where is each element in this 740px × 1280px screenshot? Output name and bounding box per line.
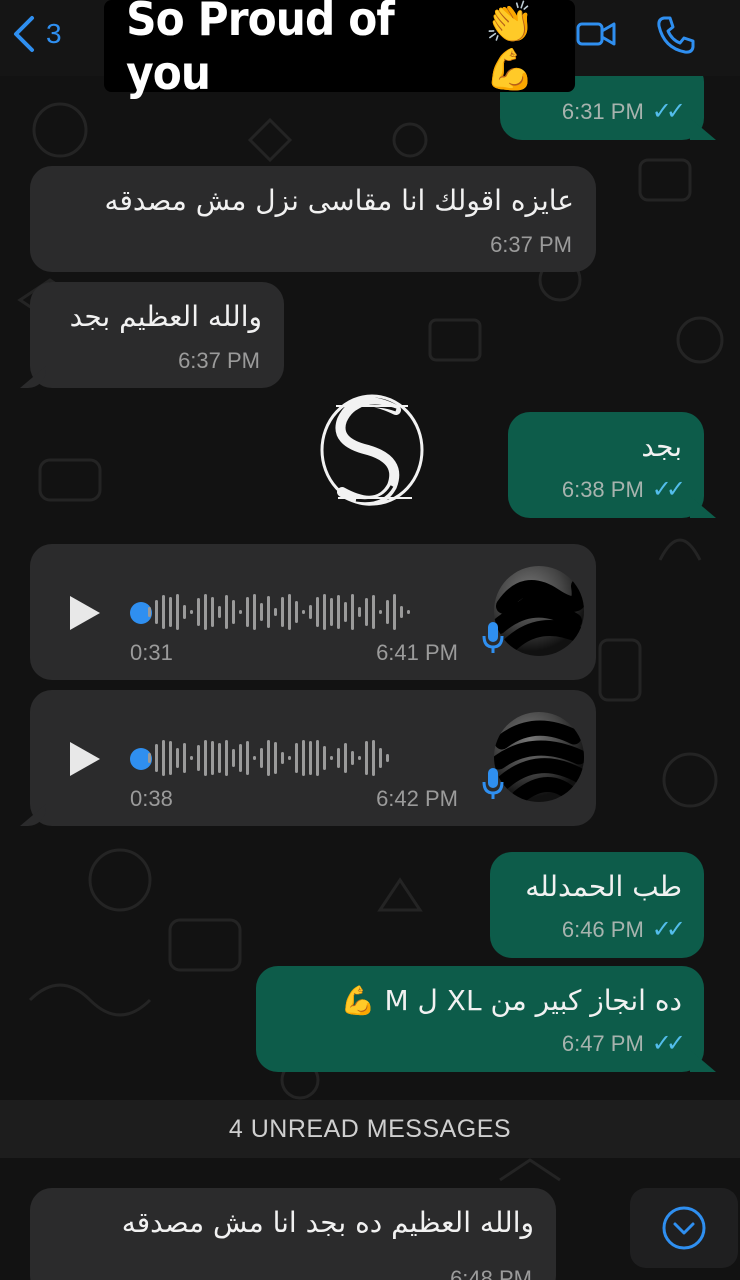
chevron-down-icon [662, 1206, 706, 1250]
unread-chats-count: 3 [46, 18, 62, 49]
read-ticks-icon: ✓✓ [651, 476, 686, 503]
message-time: 6:41 PM [376, 640, 458, 665]
message-meta: 6:48 PM [450, 1266, 532, 1280]
redaction-scribble [494, 720, 584, 802]
message-bubble-outgoing[interactable]: طب الحمدلله 6:46 PM ✓✓ [490, 852, 704, 958]
read-ticks-icon: ✓✓ [651, 98, 686, 125]
message-time: 6:31 PM [561, 98, 644, 124]
play-icon[interactable] [70, 742, 100, 776]
play-icon[interactable] [70, 596, 100, 630]
audio-waveform[interactable] [148, 738, 389, 778]
message-meta: 6:47 PM ✓✓ [561, 1029, 686, 1058]
message-time: 6:37 PM [178, 348, 260, 373]
message-text: ده انجاز كبير من XL ل M 💪 [340, 984, 682, 1017]
message-text: والله العظيم ده بجد انا مش مصدقه [121, 1206, 534, 1239]
message-time: 6:37 PM [490, 232, 572, 257]
message-time: 6:42 PM [376, 786, 458, 811]
message-meta: 6:38 PM ✓✓ [561, 475, 686, 504]
back-button[interactable]: 3 [10, 10, 62, 58]
unread-messages-banner: 4 UNREAD MESSAGES [0, 1100, 740, 1158]
voice-message-bubble[interactable]: 0:31 6:41 PM [30, 544, 596, 680]
voice-message-bubble[interactable]: 0:38 6:42 PM [20, 690, 596, 826]
read-ticks-icon: ✓✓ [651, 916, 686, 943]
message-meta: 6:37 PM [490, 232, 572, 258]
message-meta: 6:31 PM ✓✓ [561, 97, 686, 126]
message-time: 6:48 PM [450, 1266, 532, 1280]
video-icon[interactable] [576, 14, 616, 54]
message-text: طب الحمدلله [525, 870, 682, 903]
mic-icon [482, 768, 504, 799]
message-meta: 6:46 PM ✓✓ [561, 915, 686, 944]
message-bubble-incoming[interactable]: والله العظيم بجد 6:37 PM [20, 282, 284, 388]
message-bubble-outgoing[interactable]: ده انجاز كبير من XL ل M 💪 6:47 PM ✓✓ [256, 966, 716, 1072]
scroll-to-bottom-button[interactable] [630, 1188, 738, 1268]
mic-icon [482, 622, 504, 653]
message-time: 6:47 PM [561, 1030, 644, 1056]
message-bubble-incoming[interactable]: عايزه اقولك انا مقاسى نزل مش مصدقه 6:37 … [30, 166, 596, 272]
message-time: 6:38 PM [561, 476, 644, 502]
watermark-logo [320, 394, 424, 506]
audio-waveform[interactable] [148, 592, 410, 632]
message-text: بجد [641, 430, 682, 463]
redaction-scribble [494, 578, 584, 654]
message-text: عايزه اقولك انا مقاسى نزل مش مصدقه [104, 184, 574, 217]
message-time: 6:46 PM [561, 916, 644, 942]
avatar [494, 712, 584, 802]
message-meta: 6:37 PM [178, 348, 260, 374]
message-text: والله العظيم بجد [69, 300, 262, 333]
read-ticks-icon: ✓✓ [651, 1030, 686, 1057]
message-bubble-incoming[interactable]: والله العظيم ده بجد انا مش مصدقه 6:48 PM [30, 1188, 556, 1280]
caption-emojis: 👏💪 [484, 0, 534, 93]
story-caption: So Proud of you 👏💪 [104, 0, 576, 100]
chevron-left-icon [14, 16, 34, 52]
voice-duration: 0:31 [130, 640, 173, 665]
avatar [494, 566, 584, 656]
phone-icon[interactable] [654, 14, 696, 56]
message-bubble-outgoing[interactable]: بجد 6:38 PM ✓✓ [508, 412, 716, 518]
voice-duration: 0:38 [130, 786, 173, 811]
caption-text: So Proud of you [126, 0, 395, 100]
